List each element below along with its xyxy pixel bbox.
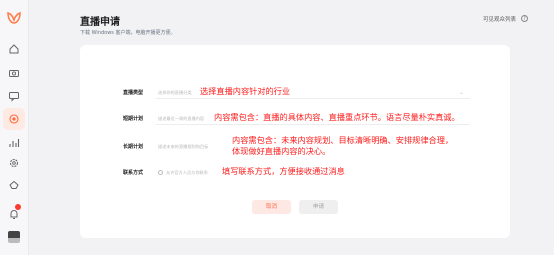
main-area: 直播申请 下载 Windows 客户端，电脑开播更方便。 可见观众列表 ? 直播… bbox=[28, 0, 554, 255]
long-plan-note-2: 体现做好直播内容的决心。 bbox=[232, 146, 331, 156]
long-plan-input[interactable]: 描述未来的直播规划和目标 bbox=[158, 144, 208, 150]
notification-badge bbox=[15, 204, 21, 210]
short-plan-underline bbox=[156, 124, 470, 125]
stats-icon[interactable] bbox=[7, 136, 21, 150]
contact-option[interactable]: 允许官方人员与你联系 bbox=[166, 170, 208, 176]
category-label: 直播类型 bbox=[123, 90, 144, 96]
avatar[interactable] bbox=[8, 231, 20, 243]
long-plan-label: 长期计划 bbox=[123, 144, 144, 150]
message-icon[interactable] bbox=[7, 89, 21, 103]
contact-note: 填写联系方式，方便接收通过消息 bbox=[222, 166, 345, 176]
long-plan-note-1: 内容需包含：未来内容规划、目标清晰明确、安排规律合理， bbox=[232, 135, 454, 145]
short-plan-label: 短期计划 bbox=[123, 116, 144, 122]
home-icon[interactable] bbox=[7, 42, 21, 56]
cancel-button[interactable]: 取消 bbox=[252, 200, 291, 214]
contact-label: 联系方式 bbox=[123, 170, 144, 176]
sidebar bbox=[0, 0, 29, 255]
category-underline bbox=[156, 98, 470, 99]
category-note: 选择直播内容针对的行业 bbox=[200, 86, 291, 96]
download-hint[interactable]: 下载 Windows 客户端，电脑开播更方便。 bbox=[80, 29, 176, 36]
chevron-down-icon[interactable]: ⌄ bbox=[459, 89, 464, 96]
contact-radio[interactable] bbox=[158, 169, 163, 175]
help-icon[interactable]: ? bbox=[521, 15, 528, 22]
category-select[interactable]: 选择你的直播分类 bbox=[158, 90, 192, 96]
camera-icon[interactable] bbox=[7, 66, 21, 80]
audience-list-link[interactable]: 可见观众列表 bbox=[483, 15, 516, 23]
application-form: 直播类型 选择你的直播分类 选择直播内容针对的行业 ⌄ 短期计划 描述最近一周的… bbox=[80, 45, 510, 238]
short-plan-note: 内容需包含：直播的具体内容、直播重点环节。语言尽量朴实真诚。 bbox=[214, 112, 460, 122]
live-icon[interactable] bbox=[7, 112, 21, 126]
logo-icon[interactable] bbox=[6, 10, 22, 26]
short-plan-input[interactable]: 描述最近一周的直播内容 bbox=[158, 116, 204, 122]
settings-icon[interactable] bbox=[7, 156, 21, 170]
apply-button[interactable]: 申请 bbox=[299, 200, 338, 214]
page-title: 直播申请 bbox=[80, 17, 120, 28]
share-icon[interactable] bbox=[7, 178, 21, 192]
